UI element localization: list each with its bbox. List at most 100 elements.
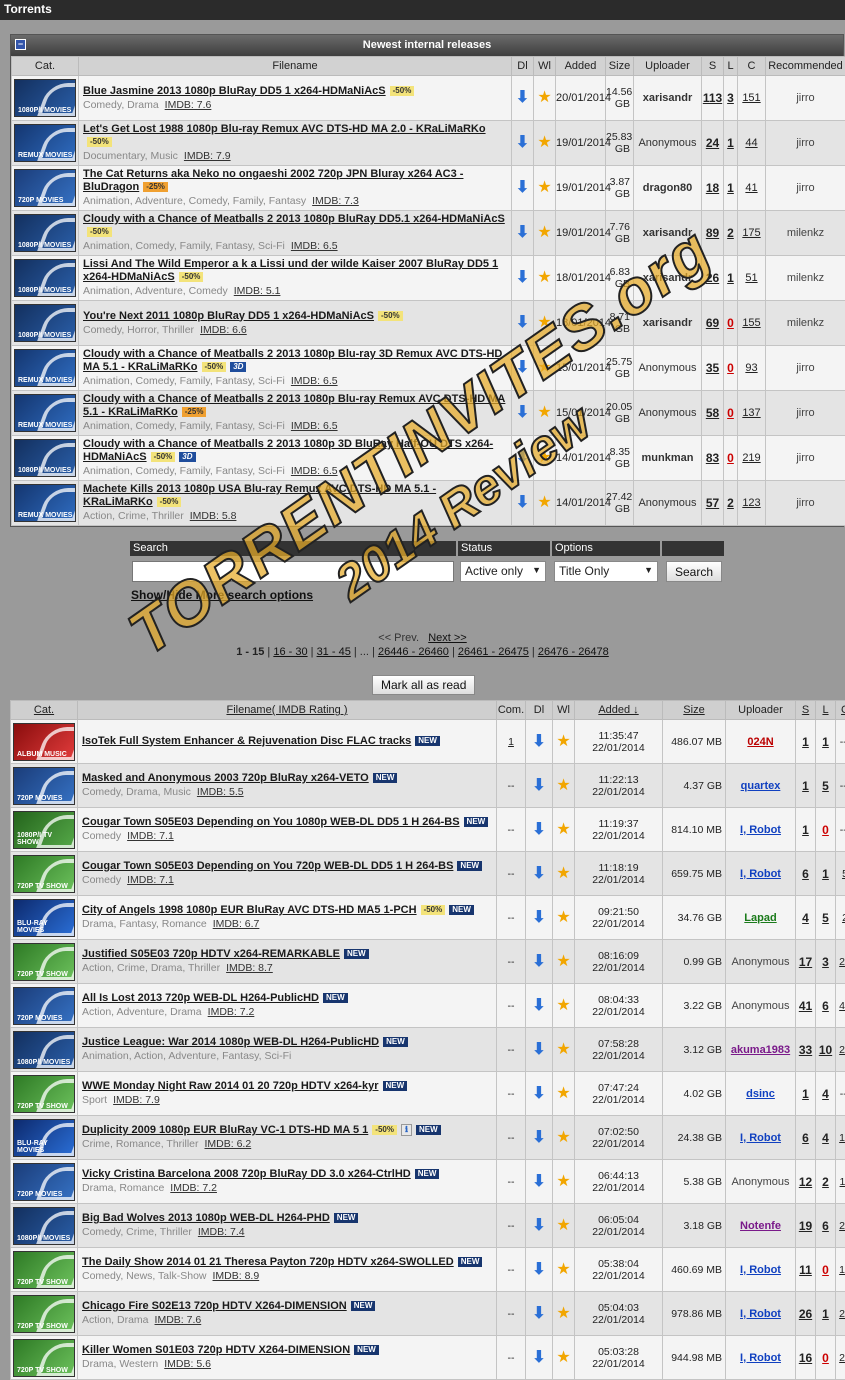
download-arrow-icon[interactable]: ⬇ <box>531 866 547 882</box>
collapse-icon[interactable]: − <box>15 39 26 50</box>
seeders-link[interactable]: 89 <box>702 211 724 256</box>
watchlist-star-icon[interactable]: ★ <box>537 180 551 196</box>
leechers-link[interactable]: 10 <box>816 1028 836 1072</box>
leechers-link[interactable]: 2 <box>724 211 738 256</box>
completed-link[interactable]: 51 <box>738 256 766 301</box>
imdb-rating-link[interactable]: IMDB: 6.2 <box>205 1138 252 1150</box>
options-select[interactable]: Title Only <box>554 561 658 582</box>
seeders-link[interactable]: 33 <box>796 1028 816 1072</box>
download-arrow-icon[interactable]: ⬇ <box>531 1174 547 1190</box>
imdb-rating-link[interactable]: IMDB: 7.3 <box>312 195 359 207</box>
torrent-name-link[interactable]: WWE Monday Night Raw 2014 01 20 720p HDT… <box>82 1080 379 1092</box>
imdb-rating-link[interactable]: IMDB: 6.7 <box>213 918 260 930</box>
completed-link[interactable]: 44 <box>738 121 766 166</box>
watchlist-star-icon[interactable]: ★ <box>556 1218 570 1234</box>
leechers-link[interactable]: 0 <box>816 1248 836 1292</box>
category-icon[interactable]: 720P MOVIES <box>13 1163 75 1201</box>
completed-link[interactable]: 41 <box>738 166 766 211</box>
torrent-name-link[interactable]: Big Bad Wolves 2013 1080p WEB-DL H264-PH… <box>82 1212 330 1224</box>
column-header[interactable]: Cat. <box>11 701 78 720</box>
completed-link[interactable]: 2 <box>836 896 845 940</box>
torrent-name-link[interactable]: The Daily Show 2014 01 21 Theresa Payton… <box>82 1256 454 1268</box>
watchlist-star-icon[interactable]: ★ <box>556 1306 570 1322</box>
leechers-link[interactable]: 3 <box>724 76 738 121</box>
completed-link[interactable]: 22 <box>836 1204 845 1248</box>
category-icon[interactable]: 1080P/I TV SHOW <box>13 811 75 849</box>
download-arrow-icon[interactable]: ⬇ <box>515 495 531 511</box>
torrent-name-link[interactable]: The Cat Returns aka Neko no ongaeshi 200… <box>83 168 463 193</box>
uploader-link[interactable]: I, Robot <box>740 1352 781 1364</box>
category-icon[interactable]: 1080P/I MOVIES <box>14 259 76 297</box>
seeders-link[interactable]: 57 <box>702 481 724 526</box>
download-arrow-icon[interactable]: ⬇ <box>531 1042 547 1058</box>
leechers-link[interactable]: 0 <box>724 301 738 346</box>
download-arrow-icon[interactable]: ⬇ <box>515 180 531 196</box>
seeders-link[interactable]: 35 <box>702 346 724 391</box>
download-arrow-icon[interactable]: ⬇ <box>531 998 547 1014</box>
torrent-name-link[interactable]: Masked and Anonymous 2003 720p BluRay x2… <box>82 772 369 784</box>
imdb-rating-link[interactable]: IMDB: 7.6 <box>155 1314 202 1326</box>
download-arrow-icon[interactable]: ⬇ <box>531 1218 547 1234</box>
leechers-link[interactable]: 1 <box>724 256 738 301</box>
page-link[interactable]: 26461 - 26475 <box>458 646 529 658</box>
watchlist-star-icon[interactable]: ★ <box>556 998 570 1014</box>
download-arrow-icon[interactable]: ⬇ <box>531 778 547 794</box>
column-header-imdb[interactable]: ( IMDB Rating ) <box>272 704 348 716</box>
torrent-name-link[interactable]: Machete Kills 2013 1080p USA Blu-ray Rem… <box>83 483 436 508</box>
leechers-link[interactable]: 2 <box>816 1160 836 1204</box>
completed-link[interactable]: 29 <box>836 1292 845 1336</box>
seeders-link[interactable]: 1 <box>796 1072 816 1116</box>
search-button[interactable]: Search <box>666 561 722 582</box>
seeders-link[interactable]: 58 <box>702 391 724 436</box>
category-icon[interactable]: REMUX MOVIES <box>14 349 76 387</box>
seeders-link[interactable]: 26 <box>702 256 724 301</box>
watchlist-star-icon[interactable]: ★ <box>537 225 551 241</box>
seeders-link[interactable]: 1 <box>796 808 816 852</box>
torrent-name-link[interactable]: Justice League: War 2014 1080p WEB-DL H2… <box>82 1036 379 1048</box>
category-icon[interactable]: 720P TV SHOW <box>13 943 75 981</box>
watchlist-star-icon[interactable]: ★ <box>537 450 551 466</box>
torrent-name-link[interactable]: Chicago Fire S02E13 720p HDTV X264-DIMEN… <box>82 1300 347 1312</box>
status-select[interactable]: Active only <box>460 561 546 582</box>
imdb-rating-link[interactable]: IMDB: 7.6 <box>165 99 212 111</box>
watchlist-star-icon[interactable]: ★ <box>556 1174 570 1190</box>
column-header[interactable]: Size <box>663 701 726 720</box>
imdb-rating-link[interactable]: IMDB: 5.6 <box>164 1358 211 1370</box>
download-arrow-icon[interactable]: ⬇ <box>515 450 531 466</box>
download-arrow-icon[interactable]: ⬇ <box>515 135 531 151</box>
uploader-link[interactable]: Lapad <box>744 912 776 924</box>
category-icon[interactable]: 720P MOVIES <box>14 169 76 207</box>
torrent-name-link[interactable]: Let's Get Lost 1988 1080p Blu-ray Remux … <box>83 123 486 135</box>
column-header-filename[interactable]: Filename <box>226 704 271 716</box>
download-arrow-icon[interactable]: ⬇ <box>515 270 531 286</box>
category-icon[interactable]: 720P TV SHOW <box>13 1075 75 1113</box>
torrent-name-link[interactable]: Lissi And The Wild Emperor a k a Lissi u… <box>83 258 498 283</box>
seeders-link[interactable]: 69 <box>702 301 724 346</box>
mark-all-read-button[interactable]: Mark all as read <box>372 675 475 695</box>
leechers-link[interactable]: 1 <box>816 1292 836 1336</box>
uploader-link[interactable]: akuma1983 <box>731 1044 790 1056</box>
download-arrow-icon[interactable]: ⬇ <box>515 315 531 331</box>
imdb-rating-link[interactable]: IMDB: 7.2 <box>170 1182 217 1194</box>
download-arrow-icon[interactable]: ⬇ <box>531 1130 547 1146</box>
uploader-link[interactable]: I, Robot <box>740 1264 781 1276</box>
torrent-name-link[interactable]: Justified S05E03 720p HDTV x264-REMARKAB… <box>82 948 340 960</box>
watchlist-star-icon[interactable]: ★ <box>556 910 570 926</box>
category-icon[interactable]: 1080P/I MOVIES <box>14 439 76 477</box>
leechers-link[interactable]: 5 <box>816 764 836 808</box>
page-link[interactable]: 16 - 30 <box>273 646 307 658</box>
torrent-name-link[interactable]: Killer Women S01E03 720p HDTV X264-DIMEN… <box>82 1344 350 1356</box>
download-arrow-icon[interactable]: ⬇ <box>531 1086 547 1102</box>
watchlist-star-icon[interactable]: ★ <box>537 90 551 106</box>
page-link[interactable]: 26446 - 26460 <box>378 646 449 658</box>
torrent-name-link[interactable]: Cougar Town S05E03 Depending on You 1080… <box>82 816 460 828</box>
leechers-link[interactable]: 1 <box>724 166 738 211</box>
category-icon[interactable]: 1080P/I MOVIES <box>13 1031 75 1069</box>
leechers-link[interactable]: 6 <box>816 984 836 1028</box>
imdb-rating-link[interactable]: IMDB: 5.5 <box>197 786 244 798</box>
uploader-link[interactable]: Notenfe <box>740 1220 781 1232</box>
imdb-rating-link[interactable]: IMDB: 6.6 <box>200 324 247 336</box>
completed-link[interactable]: 5 <box>836 852 845 896</box>
category-icon[interactable]: REMUX MOVIES <box>14 124 76 162</box>
search-input[interactable] <box>132 561 454 582</box>
